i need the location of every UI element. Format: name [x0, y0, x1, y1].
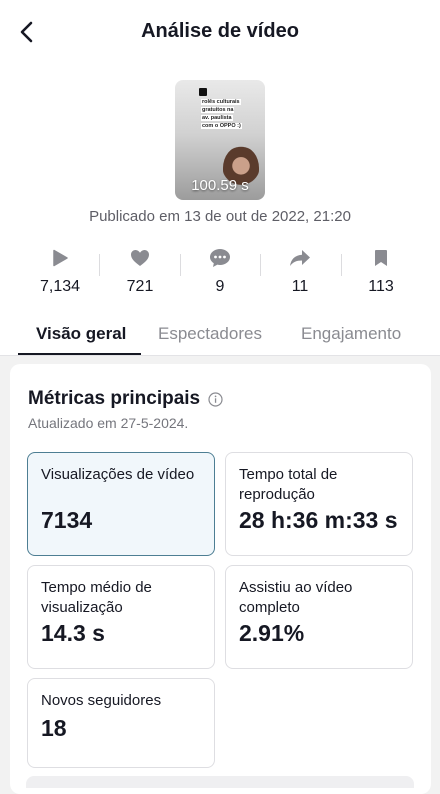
app-header: Análise de vídeo — [0, 0, 440, 64]
play-icon — [53, 249, 68, 267]
share-icon — [290, 250, 310, 266]
video-duration: 100.59 s — [191, 177, 249, 194]
updated-date: Atualizado em 27-5-2024. — [28, 415, 189, 431]
stat-shares[interactable]: 11 — [260, 244, 340, 300]
stat-views[interactable]: 7,134 — [20, 244, 100, 300]
video-thumbnail[interactable]: rolês culturais gratuitos na av. paulist… — [175, 80, 265, 200]
bookmark-icon — [375, 250, 387, 266]
key-metrics-card: Métricas principais Atualizado em 27-5-2… — [10, 364, 431, 794]
thumbnail-caption: rolês culturais gratuitos na av. paulist… — [201, 99, 242, 129]
published-date: Publicado em 13 de out de 2022, 21:20 — [89, 208, 351, 225]
metric-watched-full-video[interactable]: Assistiu ao vídeo completo 2.91% — [225, 565, 413, 669]
active-tab-indicator — [18, 353, 141, 355]
video-summary-panel: Análise de vídeo rolês culturais gratuit… — [0, 0, 440, 356]
engagement-stats: 7,134 721 9 11 113 — [20, 244, 420, 300]
page-title: Análise de vídeo — [141, 20, 299, 42]
heart-icon — [131, 250, 149, 266]
stat-saves[interactable]: 113 — [341, 244, 421, 300]
metric-video-views[interactable]: Visualizações de vídeo 7134 — [27, 452, 215, 556]
tab-overview[interactable]: Visão geral — [36, 324, 126, 344]
metric-new-followers[interactable]: Novos seguidores 18 — [27, 678, 215, 768]
stat-likes[interactable]: 721 — [100, 244, 180, 300]
tab-engagement[interactable]: Engajamento — [301, 324, 401, 344]
tiktok-logo-icon — [199, 88, 207, 96]
analytics-tabs: Visão geral Espectadores Engajamento — [0, 316, 440, 356]
metric-total-play-time[interactable]: Tempo total de reprodução 28 h:36 m:33 s — [225, 452, 413, 556]
section-title: Métricas principais — [28, 388, 223, 410]
comment-icon — [210, 249, 230, 267]
next-section-edge — [26, 776, 414, 788]
info-icon[interactable] — [208, 391, 223, 407]
tab-viewers[interactable]: Espectadores — [158, 324, 262, 344]
stat-comments[interactable]: 9 — [180, 244, 260, 300]
metric-average-watch-time[interactable]: Tempo médio de visualização 14.3 s — [27, 565, 215, 669]
